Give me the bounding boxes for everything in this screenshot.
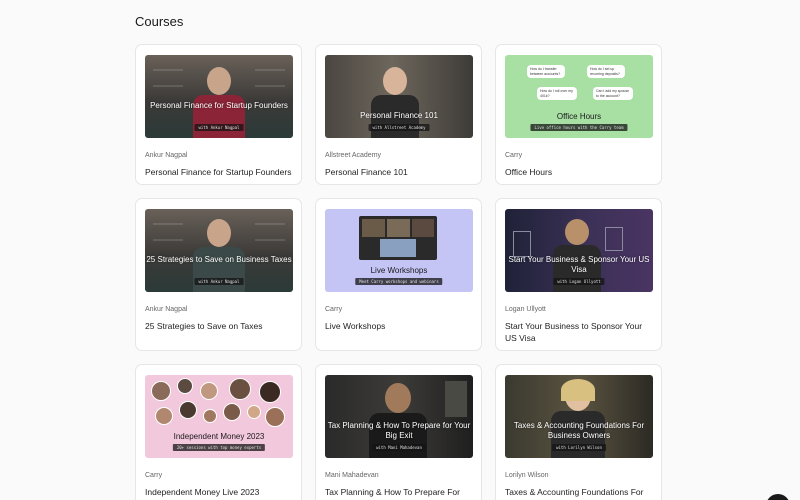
course-title[interactable]: Office Hours xyxy=(505,166,652,178)
thumbnail-tag: with Ankur Nagpal xyxy=(194,124,244,131)
course-card-independent-money[interactable]: Independent Money 2023 20+ sessions with… xyxy=(135,364,302,500)
thumbnail-title: 25 Strategies to Save on Business Taxes xyxy=(146,255,292,264)
course-card-25-strategies[interactable]: 25 Strategies to Save on Business Taxes … xyxy=(135,198,302,351)
thumbnail-tag: with Lorilyn Wilson xyxy=(552,444,606,451)
thumbnail-title: Start Your Business & Sponsor Your US Vi… xyxy=(508,255,650,274)
thumbnail-title: Office Hours xyxy=(556,112,602,121)
course-card-personal-finance-startup[interactable]: Personal Finance for Startup Founders wi… xyxy=(135,44,302,185)
course-thumbnail: 25 Strategies to Save on Business Taxes … xyxy=(145,209,293,292)
course-author: Ankur Nagpal xyxy=(145,306,188,313)
thumbnail-tag: with Logan Ullyott xyxy=(553,278,605,285)
thumbnail-tag: with Ankur Nagpal xyxy=(194,278,244,285)
course-thumbnail: Tax Planning & How To Prepare for Your B… xyxy=(325,375,473,458)
course-thumbnail: Taxes & Accounting Foundations For Busin… xyxy=(505,375,653,458)
course-author: Mani Mahadevan xyxy=(325,472,379,479)
course-author: Logan Ullyott xyxy=(505,306,546,313)
course-card-office-hours[interactable]: How do I transfer between accounts? How … xyxy=(495,44,662,185)
thumbnail-title: Personal Finance for Startup Founders xyxy=(150,101,288,110)
course-grid: Personal Finance for Startup Founders wi… xyxy=(135,44,662,500)
course-title[interactable]: Taxes & Accounting Foundations For Busin… xyxy=(505,486,652,500)
course-title[interactable]: Start Your Business to Sponsor Your US V… xyxy=(505,320,652,344)
course-thumbnail: How do I transfer between accounts? How … xyxy=(505,55,653,138)
thumbnail-title: Personal Finance 101 xyxy=(360,111,438,120)
course-title[interactable]: Personal Finance for Startup Founders xyxy=(145,166,292,178)
course-title[interactable]: Independent Money Live 2023 xyxy=(145,486,292,498)
chat-widget-icon[interactable] xyxy=(766,494,790,500)
course-author: Allstreet Academy xyxy=(325,152,382,159)
thumbnail-title: Independent Money 2023 xyxy=(173,432,265,441)
course-title[interactable]: Live Workshops xyxy=(325,320,472,332)
chat-bubble: How do I roll over my 401k? xyxy=(537,87,577,100)
page-title: Courses xyxy=(135,14,184,29)
thumbnail-title: Tax Planning & How To Prepare for Your B… xyxy=(327,421,471,440)
course-card-live-workshops[interactable]: Live Workshops Meet Carry workshops and … xyxy=(315,198,482,351)
course-author: Lorilyn Wilson xyxy=(505,472,549,479)
course-author: Ankur Nagpal xyxy=(145,152,188,159)
chat-bubble: Can I add my spouse to the account? xyxy=(593,87,633,100)
chat-bubble: How do I set up recurring deposits? xyxy=(587,65,625,78)
course-author: Carry xyxy=(505,152,523,159)
course-thumbnail: Personal Finance for Startup Founders wi… xyxy=(145,55,293,138)
thumbnail-title: Live Workshops xyxy=(370,266,428,275)
course-card-us-visa[interactable]: Start Your Business & Sponsor Your US Vi… xyxy=(495,198,662,351)
course-card-taxes-accounting[interactable]: Taxes & Accounting Foundations For Busin… xyxy=(495,364,662,500)
course-thumbnail: Start Your Business & Sponsor Your US Vi… xyxy=(505,209,653,292)
thumbnail-title: Taxes & Accounting Foundations For Busin… xyxy=(513,421,645,440)
thumbnail-tag: with Allstreet Academy xyxy=(368,124,430,131)
thumbnail-tag: 20+ sessions with top money experts xyxy=(172,444,266,451)
course-card-personal-finance-101[interactable]: Personal Finance 101 with Allstreet Acad… xyxy=(315,44,482,185)
course-title[interactable]: Personal Finance 101 xyxy=(325,166,472,178)
course-card-tax-planning-exit[interactable]: Tax Planning & How To Prepare for Your B… xyxy=(315,364,482,500)
thumbnail-tag: Live office hours with the Carry team xyxy=(530,124,628,131)
chat-bubble: How do I transfer between accounts? xyxy=(527,65,565,78)
thumbnail-tag: with Mani Mahadevan xyxy=(372,444,426,451)
course-thumbnail: Live Workshops Meet Carry workshops and … xyxy=(325,209,473,292)
course-thumbnail: Independent Money 2023 20+ sessions with… xyxy=(145,375,293,458)
course-author: Carry xyxy=(325,306,343,313)
thumbnail-tag: Meet Carry workshops and webinars xyxy=(355,278,443,285)
course-title[interactable]: Tax Planning & How To Prepare For Your B… xyxy=(325,486,472,500)
course-thumbnail: Personal Finance 101 with Allstreet Acad… xyxy=(325,55,473,138)
course-author: Carry xyxy=(145,472,163,479)
course-title[interactable]: 25 Strategies to Save on Taxes xyxy=(145,320,292,332)
